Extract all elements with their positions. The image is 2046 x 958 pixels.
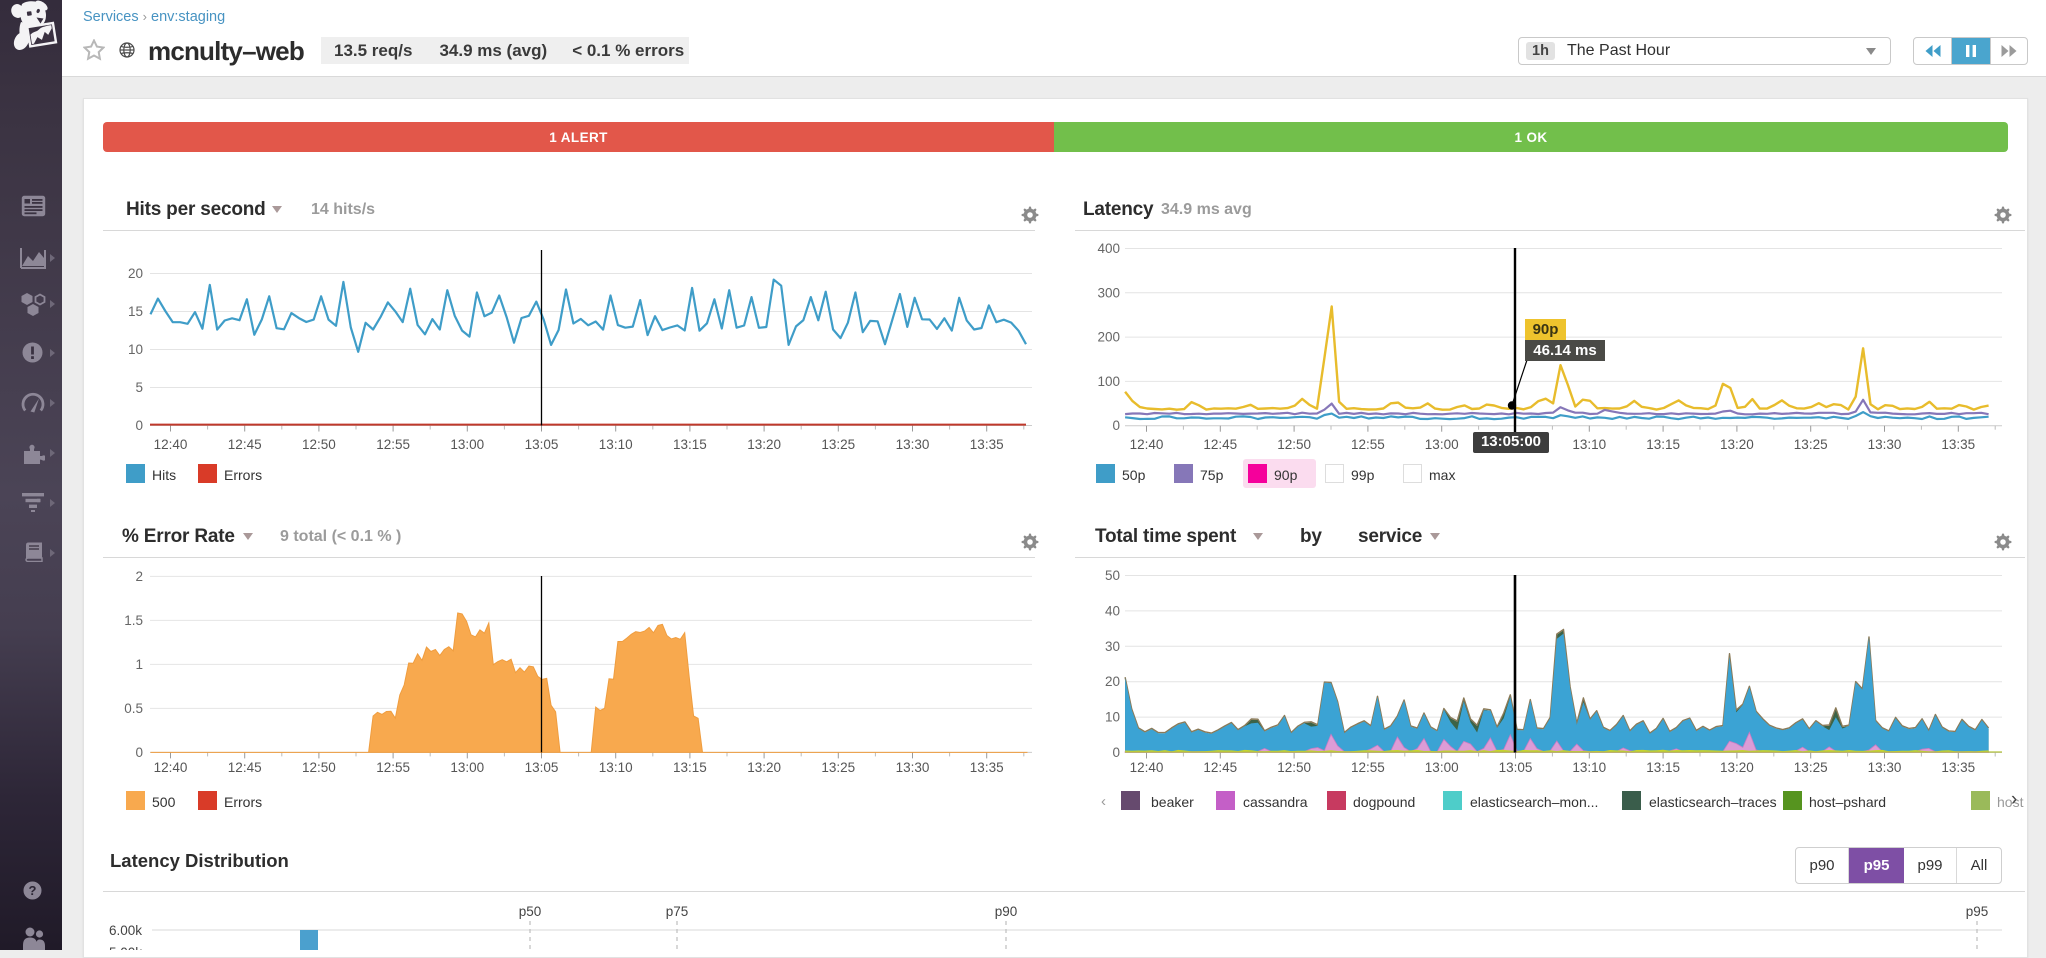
svg-text:50: 50 — [1105, 568, 1120, 583]
svg-text:12:50: 12:50 — [302, 437, 336, 452]
svg-text:12:40: 12:40 — [154, 760, 188, 775]
svg-text:13:00: 13:00 — [1425, 760, 1459, 775]
svg-text:13:00: 13:00 — [450, 437, 484, 452]
svg-text:p50: p50 — [519, 904, 542, 919]
svg-text:13:10: 13:10 — [1572, 760, 1606, 775]
svg-text:200: 200 — [1097, 330, 1120, 345]
svg-text:13:20: 13:20 — [747, 437, 781, 452]
svg-text:13:25: 13:25 — [1794, 760, 1828, 775]
svg-text:13:20: 13:20 — [1720, 437, 1754, 452]
svg-text:1.5: 1.5 — [124, 613, 143, 628]
svg-text:13:10: 13:10 — [1572, 437, 1606, 452]
svg-text:12:40: 12:40 — [1130, 437, 1164, 452]
svg-text:13:30: 13:30 — [896, 760, 930, 775]
svg-text:12:55: 12:55 — [376, 437, 410, 452]
svg-text:12:45: 12:45 — [228, 760, 262, 775]
svg-text:13:00: 13:00 — [1425, 437, 1459, 452]
svg-text:12:50: 12:50 — [1277, 760, 1311, 775]
svg-text:20: 20 — [128, 266, 143, 281]
svg-text:13:35: 13:35 — [970, 437, 1004, 452]
svg-text:12:45: 12:45 — [1203, 760, 1237, 775]
svg-text:12:50: 12:50 — [302, 760, 336, 775]
svg-text:0.5: 0.5 — [124, 701, 143, 716]
svg-text:12:40: 12:40 — [1130, 760, 1164, 775]
svg-text:13:15: 13:15 — [673, 437, 707, 452]
svg-text:13:00: 13:00 — [450, 760, 484, 775]
svg-text:6.00k: 6.00k — [109, 923, 142, 938]
svg-text:12:55: 12:55 — [376, 760, 410, 775]
svg-text:13:35: 13:35 — [1941, 760, 1975, 775]
svg-text:5.00k: 5.00k — [109, 945, 142, 950]
svg-text:0: 0 — [1112, 745, 1120, 760]
svg-text:13:25: 13:25 — [1794, 437, 1828, 452]
svg-text:12:45: 12:45 — [1203, 437, 1237, 452]
svg-text:12:40: 12:40 — [154, 437, 188, 452]
svg-text:13:30: 13:30 — [896, 437, 930, 452]
svg-text:30: 30 — [1105, 639, 1120, 654]
svg-text:p90: p90 — [995, 904, 1018, 919]
svg-text:12:55: 12:55 — [1351, 437, 1385, 452]
svg-text:2: 2 — [135, 569, 143, 584]
svg-text:13:10: 13:10 — [599, 760, 633, 775]
svg-text:13:05: 13:05 — [1499, 760, 1533, 775]
svg-text:13:20: 13:20 — [1720, 760, 1754, 775]
svg-text:10: 10 — [1105, 710, 1120, 725]
svg-text:5: 5 — [135, 380, 143, 395]
svg-text:13:25: 13:25 — [821, 437, 855, 452]
svg-text:13:35: 13:35 — [970, 760, 1004, 775]
svg-text:13:05: 13:05 — [525, 760, 559, 775]
svg-text:13:15: 13:15 — [1646, 760, 1680, 775]
svg-text:15: 15 — [128, 304, 143, 319]
svg-text:10: 10 — [128, 342, 143, 357]
svg-text:100: 100 — [1097, 374, 1120, 389]
svg-text:13:15: 13:15 — [673, 760, 707, 775]
svg-text:1: 1 — [135, 657, 143, 672]
svg-text:13:20: 13:20 — [747, 760, 781, 775]
svg-text:400: 400 — [1097, 241, 1120, 256]
svg-text:12:50: 12:50 — [1277, 437, 1311, 452]
svg-text:40: 40 — [1105, 603, 1120, 618]
svg-text:13:05: 13:05 — [525, 437, 559, 452]
svg-text:p75: p75 — [666, 904, 689, 919]
svg-text:0: 0 — [1112, 418, 1120, 433]
svg-text:13:25: 13:25 — [821, 760, 855, 775]
svg-text:13:15: 13:15 — [1646, 437, 1680, 452]
svg-text:13:30: 13:30 — [1868, 760, 1902, 775]
svg-text:20: 20 — [1105, 674, 1120, 689]
svg-text:0: 0 — [135, 418, 143, 433]
svg-text:13:35: 13:35 — [1941, 437, 1975, 452]
svg-text:13:30: 13:30 — [1868, 437, 1902, 452]
svg-text:300: 300 — [1097, 285, 1120, 300]
svg-text:13:10: 13:10 — [599, 437, 633, 452]
svg-text:0: 0 — [135, 745, 143, 760]
svg-text:p95: p95 — [1966, 904, 1989, 919]
svg-text:12:45: 12:45 — [228, 437, 262, 452]
svg-text:12:55: 12:55 — [1351, 760, 1385, 775]
